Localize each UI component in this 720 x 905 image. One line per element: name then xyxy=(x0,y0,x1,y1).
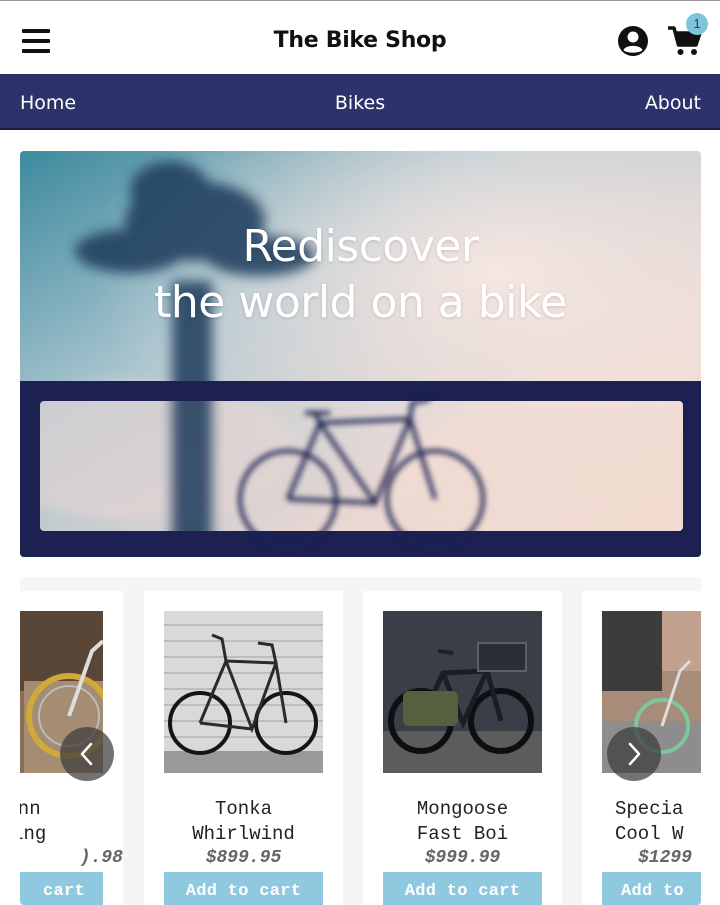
chevron-left-icon xyxy=(80,742,93,766)
account-icon[interactable] xyxy=(617,25,649,57)
product-name: inn ning xyxy=(20,798,47,845)
add-to-cart-button[interactable]: cart xyxy=(20,872,103,905)
product-carousel: inn ning ).98 cart xyxy=(20,577,701,905)
hero-headline: Rediscover the world on a bike xyxy=(20,219,701,331)
product-name: Mongoose Fast Boi xyxy=(416,798,509,845)
chevron-right-icon xyxy=(628,742,641,766)
hero-banner: Rediscover the world on a bike xyxy=(20,151,701,557)
add-to-cart-button[interactable]: Add to cart xyxy=(383,872,542,905)
carousel-prev-button[interactable] xyxy=(60,727,114,781)
product-name: Tonka Whirlwind xyxy=(192,798,295,845)
product-price: $999.99 xyxy=(424,848,501,868)
carousel-next-button[interactable] xyxy=(607,727,661,781)
add-to-cart-button[interactable]: Add to cart xyxy=(164,872,323,905)
add-to-cart-button[interactable]: Add to xyxy=(602,872,701,905)
main-nav: Home Bikes About xyxy=(0,74,720,130)
product-price: $1299 xyxy=(638,848,693,868)
site-title[interactable]: The Bike Shop xyxy=(0,28,720,53)
product-image xyxy=(383,611,542,773)
product-card: Mongoose Fast Boi $999.99 Add to cart xyxy=(363,591,562,905)
nav-item-about[interactable]: About xyxy=(645,92,701,114)
product-name: Specia Cool W xyxy=(615,798,684,845)
hero-headline-line1: Rediscover xyxy=(242,221,479,272)
product-card: Tonka Whirlwind $899.95 Add to cart xyxy=(144,591,343,905)
cart-count-badge: 1 xyxy=(686,13,708,35)
hero-headline-line2: the world on a bike xyxy=(154,277,567,328)
product-price: ).98 xyxy=(79,848,123,868)
hero-image xyxy=(20,151,701,557)
site-header: The Bike Shop 1 xyxy=(0,0,720,74)
product-image xyxy=(164,611,323,773)
nav-item-bikes[interactable]: Bikes xyxy=(0,92,720,114)
product-price: $899.95 xyxy=(205,848,282,868)
